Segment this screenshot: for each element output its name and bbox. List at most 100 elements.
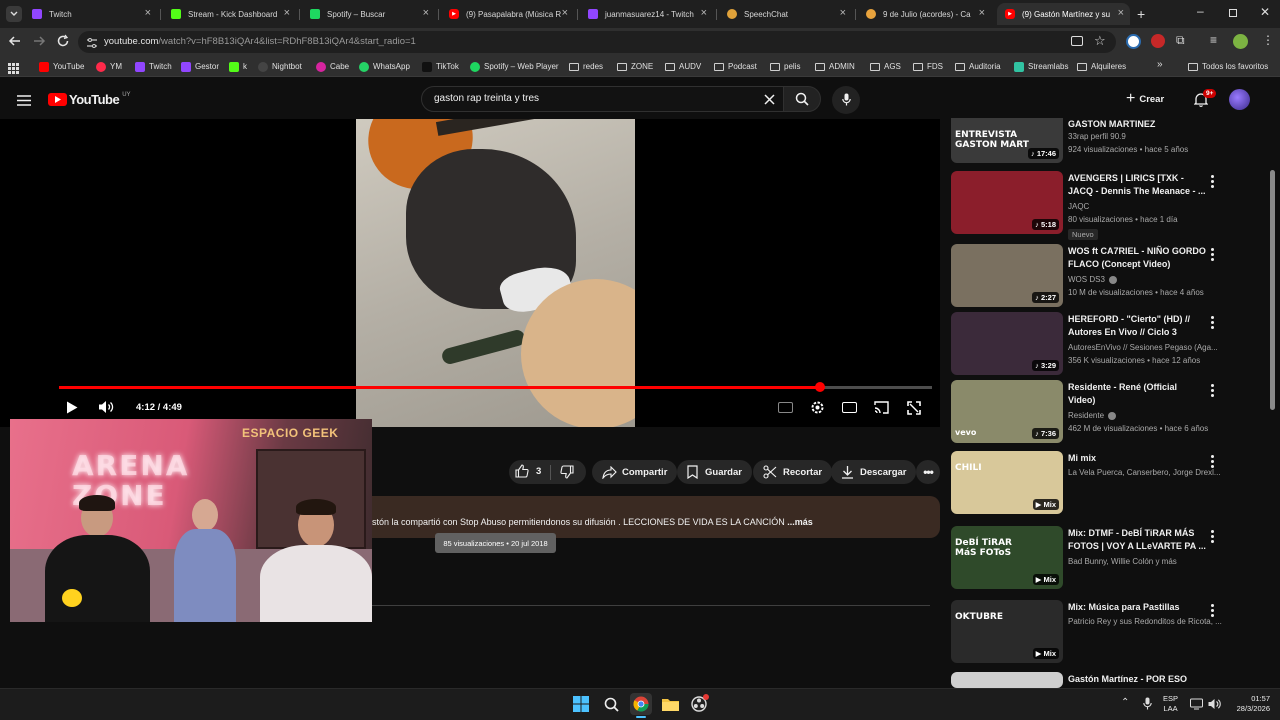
extension-icon-1[interactable]: [1126, 34, 1141, 49]
window-restore-button[interactable]: [1229, 9, 1237, 17]
recommended-video[interactable]: vevo ♪ 7:36 Residente - René (Official Vid…: [951, 380, 1223, 443]
window-minimize-button[interactable]: –: [1197, 4, 1204, 18]
browser-tab[interactable]: ▶ (9) Gastón Martínez y su ×: [997, 3, 1130, 25]
bookmark-item[interactable]: pelis: [770, 60, 800, 73]
channel-name[interactable]: Residente: [1068, 411, 1117, 420]
volume-icon[interactable]: [98, 400, 114, 419]
channel-name[interactable]: Bad Bunny, Willie Colón y más: [1068, 557, 1177, 566]
video-thumbnail[interactable]: DeBÍ TiRAR MáS FOToS ▶ Mix: [951, 526, 1063, 589]
video-title[interactable]: AVENGERS | LIRICS [TXK - JACQ - Dennis T…: [1068, 172, 1206, 198]
video-frame[interactable]: [356, 119, 635, 427]
settings-gear-icon[interactable]: [810, 400, 825, 420]
browser-tab[interactable]: juanmasuarez14 - Twitch ×: [580, 3, 713, 25]
install-app-icon[interactable]: [1071, 36, 1083, 46]
video-thumbnail[interactable]: OKTUBRE ▶ Mix: [951, 600, 1063, 663]
browser-tab[interactable]: 9 de Julio (acordes) - Ca ×: [858, 3, 991, 25]
new-tab-button[interactable]: +: [1137, 6, 1145, 22]
account-avatar[interactable]: [1229, 89, 1250, 110]
bookmark-item[interactable]: AUDV: [665, 60, 701, 73]
video-title[interactable]: Residente - René (Official Video): [1068, 381, 1206, 407]
page-scrollbar[interactable]: [1270, 170, 1275, 410]
browser-tab[interactable]: Twitch ×: [24, 3, 157, 25]
video-title[interactable]: Mix: DTMF - DeBÍ TiRAR MÁS FOTOS | VOY A…: [1068, 527, 1206, 553]
video-thumbnail[interactable]: vevo ♪ 7:36: [951, 380, 1063, 443]
bookmark-star-icon[interactable]: ☆: [1094, 33, 1106, 49]
recommended-video[interactable]: ♪ 3:29 HEREFORD - "Cierto" (HD) // Autore…: [951, 312, 1223, 375]
browser-tab[interactable]: ▶ (9) Pasapalabra (Música R ×: [441, 3, 574, 25]
language-indicator[interactable]: ESP LAA: [1163, 694, 1178, 714]
create-button[interactable]: + Crear: [1126, 89, 1164, 109]
bookmark-item[interactable]: Nightbot: [258, 60, 302, 73]
file-explorer-icon[interactable]: [659, 693, 681, 715]
chrome-taskbar-icon[interactable]: [630, 693, 652, 715]
video-title[interactable]: Mi mix: [1068, 452, 1206, 465]
recommended-video[interactable]: ♪ 5:18 AVENGERS | LIRICS [TXK - JACQ - De…: [951, 171, 1223, 240]
bookmark-item[interactable]: YouTube: [39, 60, 84, 73]
youtube-logo[interactable]: YouTube UY: [48, 92, 131, 107]
tray-overflow-icon[interactable]: ⌃: [1121, 697, 1129, 708]
video-title[interactable]: Gastón Martínez - POR ESO: [1068, 673, 1206, 686]
bookmark-item[interactable]: redes: [569, 60, 603, 73]
more-options-icon[interactable]: [1211, 455, 1215, 470]
bookmark-item[interactable]: WhatsApp: [359, 60, 410, 73]
bookmark-item[interactable]: ZONE: [617, 60, 653, 73]
forward-icon[interactable]: [32, 34, 46, 53]
guide-menu-icon[interactable]: [17, 93, 31, 111]
recommended-video[interactable]: Gastón Martínez - POR ESO: [951, 672, 1223, 688]
channel-name[interactable]: AutoresEnVivo // Sesiones Pegaso (Aga...: [1068, 343, 1218, 352]
dislike-button[interactable]: [560, 465, 574, 484]
bookmark-item[interactable]: Alquileres: [1077, 60, 1126, 73]
browser-menu-icon[interactable]: ⋮: [1262, 33, 1274, 47]
more-options-icon[interactable]: [1211, 316, 1215, 331]
browser-tab[interactable]: Stream - Kick Dashboard ×: [163, 3, 296, 25]
video-thumbnail[interactable]: ♪ 2:27: [951, 244, 1063, 307]
recommended-video[interactable]: DeBÍ TiRAR MáS FOToS ▶ Mix Mix: DTMF - DeB…: [951, 526, 1223, 589]
cast-icon[interactable]: [874, 401, 889, 419]
bookmark-item[interactable]: Cabe: [316, 60, 349, 73]
recommended-video[interactable]: OKTUBRE ▶ Mix Mix: Música para Pastillas Pa…: [951, 600, 1223, 663]
close-tab-icon[interactable]: ×: [562, 7, 568, 19]
media-control-icon[interactable]: ≡: [1210, 33, 1217, 47]
show-more-link[interactable]: ...más: [787, 517, 813, 527]
more-options-icon[interactable]: [1211, 175, 1215, 190]
channel-name[interactable]: JAQC: [1068, 202, 1089, 211]
tray-mic-icon[interactable]: [1143, 697, 1152, 715]
bookmark-item[interactable]: Spotify – Web Player: [470, 60, 559, 73]
video-thumbnail[interactable]: ♪ 3:29: [951, 312, 1063, 375]
bookmark-item[interactable]: k: [229, 60, 247, 73]
video-title[interactable]: Mix: Música para Pastillas: [1068, 601, 1206, 614]
bookmark-item[interactable]: Auditoria: [955, 60, 1001, 73]
windows-start-icon[interactable]: [570, 693, 592, 715]
obs-taskbar-icon[interactable]: [688, 693, 710, 715]
close-tab-icon[interactable]: ×: [423, 7, 429, 19]
clear-search-icon[interactable]: [764, 92, 775, 110]
extensions-puzzle-icon[interactable]: ⧉: [1176, 33, 1185, 48]
close-tab-icon[interactable]: ×: [701, 7, 707, 19]
more-options-icon[interactable]: [1211, 604, 1215, 619]
video-title[interactable]: HEREFORD - "Cierto" (HD) // Autores En V…: [1068, 313, 1206, 339]
play-icon[interactable]: [66, 401, 78, 419]
close-tab-icon[interactable]: ×: [979, 7, 985, 19]
bookmark-item[interactable]: Twitch: [135, 60, 172, 73]
bookmarks-overflow-icon[interactable]: »: [1157, 59, 1163, 70]
video-title[interactable]: WOS ft CA7RIEL - NIÑO GORDO FLACO (Conce…: [1068, 245, 1206, 271]
bookmark-item[interactable]: FDS: [913, 60, 943, 73]
bookmark-item[interactable]: Streamlabs: [1014, 60, 1068, 73]
subtitles-icon[interactable]: [778, 402, 793, 413]
video-thumbnail[interactable]: ♪ 5:18: [951, 171, 1063, 234]
channel-name[interactable]: Patricio Rey y sus Redonditos de Ricota,…: [1068, 617, 1222, 626]
miniplayer-icon[interactable]: [842, 402, 857, 413]
reload-icon[interactable]: [56, 34, 70, 53]
close-tab-icon[interactable]: ×: [840, 7, 846, 19]
profile-avatar-icon[interactable]: [1233, 34, 1248, 49]
network-icon[interactable]: [1190, 697, 1203, 715]
clip-button[interactable]: Recortar: [753, 460, 833, 484]
search-input[interactable]: gaston rap treinta y tres: [434, 93, 539, 104]
close-tab-icon[interactable]: ×: [284, 7, 290, 19]
video-thumbnail[interactable]: ENTREVISTA GASTON MART ♪ 17:46: [951, 118, 1063, 163]
video-thumbnail[interactable]: [951, 672, 1063, 688]
site-info-icon[interactable]: [86, 36, 98, 54]
back-icon[interactable]: [8, 34, 22, 53]
windows-search-icon[interactable]: [600, 693, 622, 715]
progress-bar[interactable]: [59, 382, 932, 392]
